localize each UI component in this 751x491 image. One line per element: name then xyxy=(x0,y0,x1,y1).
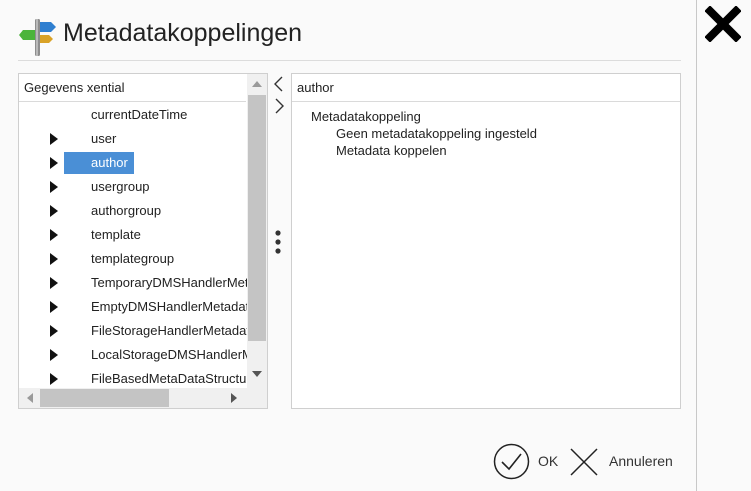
expand-arrow-icon[interactable] xyxy=(50,373,58,385)
expand-arrow-icon[interactable] xyxy=(50,229,58,241)
vertical-scroll-thumb[interactable] xyxy=(248,95,266,341)
ok-button[interactable]: OK xyxy=(493,443,563,481)
scroll-down-arrow-icon[interactable] xyxy=(252,371,262,377)
mapping-detail-header: author xyxy=(292,74,680,102)
tree-item-label[interactable]: usergroup xyxy=(64,176,156,198)
expand-arrow-icon[interactable] xyxy=(50,205,58,217)
signpost-icon xyxy=(19,19,56,56)
tree-item[interactable]: usergroup xyxy=(19,175,247,199)
tree-item[interactable]: author xyxy=(19,151,247,175)
title-divider xyxy=(18,60,681,61)
tree-item-label[interactable]: LocalStorageDMSHandlerM xyxy=(64,344,247,366)
side-strip xyxy=(696,0,751,491)
cancel-label: Annuleren xyxy=(609,453,673,469)
mapping-details: Metadatakoppeling Geen metadatakoppeling… xyxy=(311,108,537,159)
tree-item[interactable]: FileStorageHandlerMetadat xyxy=(19,319,247,343)
expand-arrow-icon[interactable] xyxy=(50,325,58,337)
tree-item-label[interactable]: EmptyDMSHandlerMetadat xyxy=(64,296,247,318)
scroll-right-arrow-icon[interactable] xyxy=(231,393,237,403)
expand-arrow-icon[interactable] xyxy=(50,181,58,193)
mapping-detail-panel: author Metadatakoppeling Geen metadatako… xyxy=(291,73,681,409)
tree-item[interactable]: currentDateTime xyxy=(19,103,247,127)
expand-arrow-icon[interactable] xyxy=(50,253,58,265)
scroll-up-arrow-icon[interactable] xyxy=(252,81,262,87)
xential-data-header: Gegevens xential xyxy=(19,74,246,102)
chevron-left-icon[interactable] xyxy=(272,76,286,92)
check-circle-icon xyxy=(493,443,530,480)
scrollbar-corner xyxy=(247,388,267,408)
link-metadata-link[interactable]: Metadata koppelen xyxy=(311,142,537,159)
tree-item-label[interactable]: templategroup xyxy=(64,248,180,270)
vertical-dots-icon[interactable] xyxy=(274,229,282,255)
horizontal-scrollbar[interactable] xyxy=(19,388,247,408)
tree-item-label[interactable]: TemporaryDMSHandlerMet xyxy=(64,272,247,294)
tree-item[interactable]: FileBasedMetaDataStructur xyxy=(19,367,247,387)
ok-label: OK xyxy=(538,453,559,469)
expand-arrow-icon[interactable] xyxy=(50,157,58,169)
tree-item-label[interactable]: author xyxy=(64,152,134,174)
tree-item-label[interactable]: user xyxy=(64,128,122,150)
metadata-mapping-dialog: Metadatakoppelingen Gegevens xential cur… xyxy=(0,0,696,491)
tree-item[interactable]: authorgroup xyxy=(19,199,247,223)
tree-item[interactable]: TemporaryDMSHandlerMet xyxy=(19,271,247,295)
dialog-title: Metadatakoppelingen xyxy=(63,19,303,47)
tree-item[interactable]: template xyxy=(19,223,247,247)
tree-item[interactable]: LocalStorageDMSHandlerM xyxy=(19,343,247,367)
expand-arrow-icon[interactable] xyxy=(50,133,58,145)
mapping-label: Metadatakoppeling xyxy=(311,109,421,124)
tree-item[interactable]: user xyxy=(19,127,247,151)
tree-item-label[interactable]: authorgroup xyxy=(64,200,167,222)
tree-item[interactable]: EmptyDMSHandlerMetadat xyxy=(19,295,247,319)
tree-item-label[interactable]: FileStorageHandlerMetadat xyxy=(64,320,247,342)
expand-arrow-icon[interactable] xyxy=(50,277,58,289)
xential-data-panel: Gegevens xential currentDateTime user auth… xyxy=(18,73,268,409)
tree-item-label[interactable]: FileBasedMetaDataStructur xyxy=(64,368,247,387)
xential-data-tree: currentDateTime user author usergroup author… xyxy=(19,103,247,387)
cross-icon xyxy=(570,448,598,476)
close-icon[interactable] xyxy=(705,6,741,42)
vertical-scrollbar[interactable] xyxy=(247,74,267,388)
horizontal-scroll-thumb[interactable] xyxy=(40,389,169,407)
expand-arrow-icon[interactable] xyxy=(50,349,58,361)
no-mapping-text: Geen metadatakoppeling ingesteld xyxy=(336,126,537,141)
chevron-right-icon[interactable] xyxy=(272,98,286,114)
scroll-left-arrow-icon[interactable] xyxy=(27,393,33,403)
tree-item-label[interactable]: currentDateTime xyxy=(64,104,193,126)
expand-arrow-icon[interactable] xyxy=(50,301,58,313)
tree-item[interactable]: templategroup xyxy=(19,247,247,271)
cancel-button[interactable]: Annuleren xyxy=(568,443,682,481)
tree-item-label[interactable]: template xyxy=(64,224,147,246)
